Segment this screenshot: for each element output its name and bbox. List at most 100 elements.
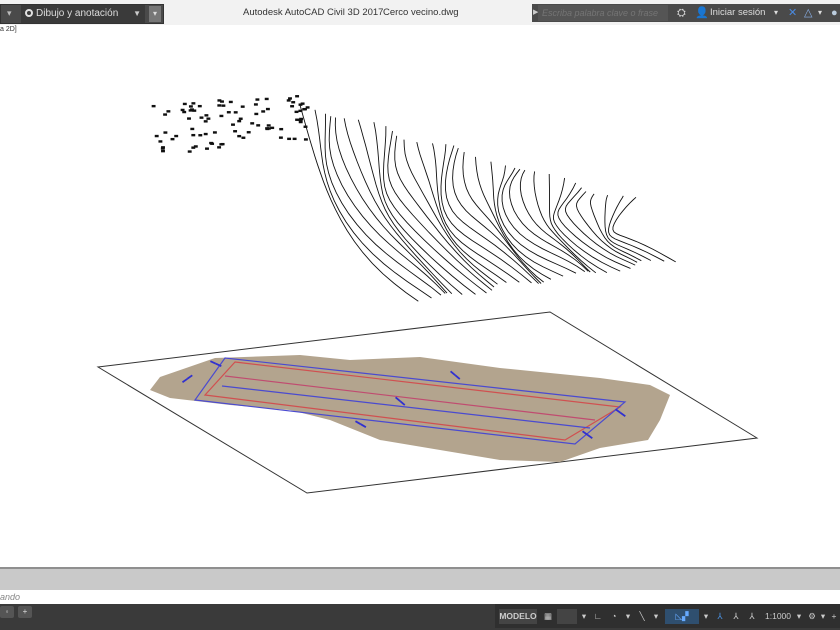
contour-line	[577, 192, 638, 263]
survey-point	[213, 132, 216, 134]
survey-point	[296, 96, 299, 98]
viewport-label[interactable]: a 2D]	[0, 26, 17, 33]
grid-icon[interactable]: ▦	[541, 609, 555, 624]
scale-selector[interactable]: 1:1000	[761, 609, 795, 624]
chevron-down-icon[interactable]: ▾	[774, 6, 778, 20]
survey-point	[295, 111, 298, 113]
contour-line	[335, 118, 447, 294]
chevron-down-icon[interactable]: ▾	[819, 609, 827, 624]
layout-tab[interactable]: ◦	[0, 606, 14, 618]
survey-point	[299, 110, 302, 112]
survey-point	[303, 109, 306, 111]
survey-point	[299, 119, 302, 121]
contour-lines	[152, 96, 676, 302]
auto-scale-icon[interactable]: ⅄	[729, 609, 743, 624]
survey-point	[218, 147, 221, 149]
polar-icon[interactable]: ◔	[607, 609, 621, 624]
survey-point	[266, 108, 269, 110]
help-icon[interactable]: ●	[831, 6, 838, 20]
survey-point	[164, 114, 167, 116]
contour-line	[613, 197, 676, 262]
survey-point	[188, 151, 191, 153]
survey-point	[257, 125, 260, 127]
survey-point	[192, 103, 195, 105]
sign-in-button[interactable]: Iniciar sesión	[710, 7, 765, 18]
chevron-down-icon[interactable]: ▾	[795, 609, 803, 624]
survey-point	[262, 111, 265, 113]
survey-point	[205, 115, 208, 117]
customize-toolbar-button[interactable]: ▾	[149, 6, 161, 22]
survey-point	[267, 125, 270, 127]
chevron-down-icon[interactable]: ▾	[818, 6, 822, 20]
contour-line	[591, 194, 642, 261]
annotation-scale-icon[interactable]: ⅄	[745, 609, 759, 624]
contour-line	[565, 188, 635, 265]
chevron-down-icon[interactable]: ▾	[579, 609, 589, 624]
exchange-icon[interactable]: ✕	[788, 6, 797, 20]
a360-icon[interactable]: △	[804, 6, 812, 20]
binoculars-icon[interactable]: ⛭	[677, 6, 686, 20]
status-bar: MODELO ▦ ▾ ∟ ◔ ▾ ╲ ▾ ◺▞ ▾ ⅄ ⅄ ⅄ 1:1000 ▾…	[495, 604, 840, 628]
chevron-down-icon[interactable]: ▾	[651, 609, 661, 624]
app-title: Autodesk AutoCAD Civil 3D 2017	[243, 7, 383, 18]
survey-point	[222, 105, 225, 107]
survey-point	[167, 111, 170, 113]
workspace-selector[interactable]: Dibujo y anotación ▼	[21, 5, 145, 23]
drawing-canvas[interactable]: ▬▬ ▬▬ ▬▬ ▬▬ ▬▬ ▬▬ ▬▬	[0, 36, 840, 567]
isodraft-icon[interactable]: ╲	[635, 609, 649, 624]
ortho-icon[interactable]: ∟	[591, 609, 605, 624]
survey-point	[251, 123, 254, 125]
user-icon[interactable]: 👤	[695, 6, 709, 20]
survey-point	[287, 100, 290, 102]
survey-point	[198, 105, 201, 107]
survey-point	[292, 102, 295, 104]
command-line[interactable]: ando	[0, 590, 840, 605]
snap-icon[interactable]	[557, 609, 577, 624]
contour-line	[344, 118, 452, 293]
survey-point	[164, 132, 167, 134]
add-layout-button[interactable]: +	[18, 606, 32, 618]
chevron-down-icon[interactable]: ▾	[623, 609, 633, 624]
chevron-down-icon[interactable]: ▾	[701, 609, 711, 624]
contour-line	[417, 142, 507, 282]
survey-point	[152, 105, 155, 107]
chevron-down-icon: ▼	[133, 5, 141, 23]
survey-point	[188, 118, 191, 120]
search-input[interactable]	[538, 5, 668, 21]
survey-point	[159, 141, 162, 143]
survey-point	[221, 101, 224, 103]
survey-point	[271, 127, 274, 129]
contour-line	[520, 170, 590, 272]
survey-point	[189, 106, 192, 108]
survey-point	[220, 115, 223, 117]
contour-line	[404, 140, 498, 285]
gear-icon[interactable]: ⚙	[805, 609, 819, 624]
survey-point	[200, 117, 203, 119]
contour-line	[384, 126, 487, 293]
survey-point	[306, 107, 309, 109]
title-bar: ▾ Dibujo y anotación ▼ ▾ Autodesk AutoCA…	[0, 0, 840, 25]
survey-point	[299, 121, 302, 123]
survey-point	[204, 121, 207, 123]
survey-point	[291, 106, 294, 108]
survey-point	[155, 135, 158, 137]
survey-point	[211, 143, 214, 145]
survey-point	[242, 137, 245, 139]
annotation-visibility-icon[interactable]: ⅄	[713, 609, 727, 624]
survey-point	[239, 118, 242, 120]
survey-point	[234, 131, 237, 133]
survey-point	[280, 128, 283, 130]
model-space-button[interactable]: MODELO	[499, 609, 537, 624]
quick-access-dropdown[interactable]: ▾	[7, 8, 12, 19]
contour-line	[300, 105, 418, 301]
survey-point	[220, 144, 223, 146]
survey-point	[256, 99, 259, 101]
survey-point	[162, 147, 165, 149]
plus-icon[interactable]: +	[828, 609, 840, 624]
survey-point	[255, 113, 258, 115]
object-snap-icon[interactable]: ◺▞	[665, 609, 699, 624]
survey-point	[265, 98, 268, 100]
survey-point	[234, 112, 237, 114]
survey-point	[288, 138, 291, 140]
survey-point	[192, 147, 195, 149]
